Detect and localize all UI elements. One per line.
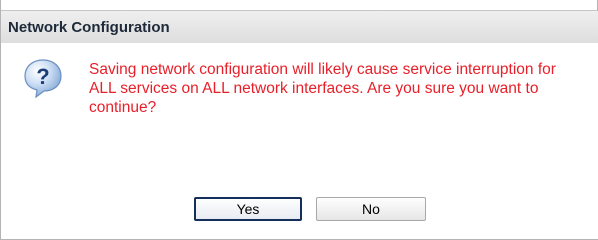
yes-button[interactable]: Yes	[194, 197, 302, 221]
svg-text:?: ?	[36, 64, 49, 89]
no-button-label: No	[362, 201, 380, 217]
yes-button-label: Yes	[236, 201, 260, 217]
dialog-message: Saving network configuration will likely…	[89, 61, 556, 116]
dialog-title: Network Configuration	[8, 19, 170, 36]
question-icon: ?	[24, 59, 62, 99]
confirm-dialog: Network Configuration ? Saving network c…	[0, 0, 598, 240]
no-button[interactable]: No	[316, 197, 426, 221]
